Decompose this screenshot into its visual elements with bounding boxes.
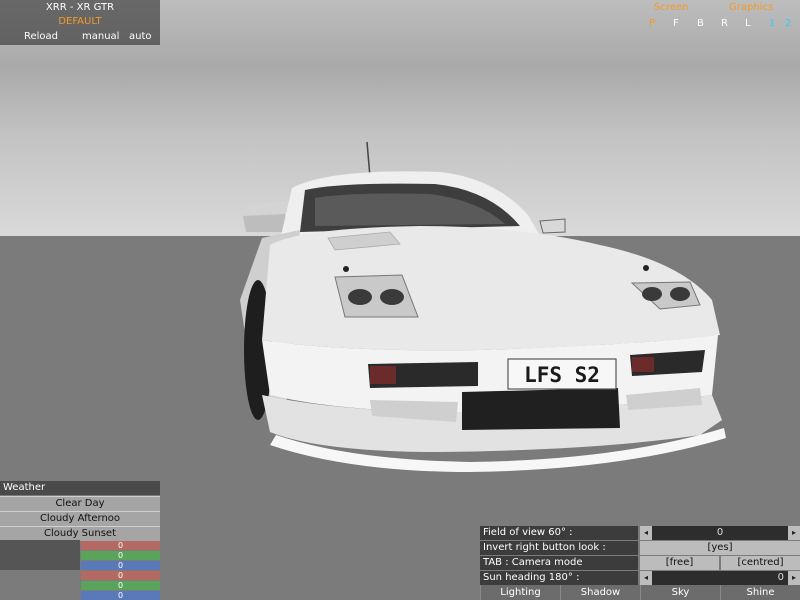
camera-free-button[interactable]: [free] — [640, 556, 719, 570]
sun-heading-value: 0 — [777, 572, 784, 583]
weather-clear-day[interactable]: Clear Day — [0, 496, 160, 511]
tab-shadow[interactable]: Shadow — [560, 585, 640, 600]
fov-label: Field of view 60° : — [480, 526, 638, 540]
screen-header[interactable]: Screen — [654, 2, 688, 13]
view-p-button[interactable]: P — [649, 18, 655, 29]
view-f-button[interactable]: F — [673, 18, 679, 29]
fov-row: Field of view 60° : ◂ 0 ▸ — [480, 526, 800, 540]
camera-centred-button[interactable]: [centred] — [721, 556, 800, 570]
view-l-button[interactable]: L — [745, 18, 751, 29]
car-mode-row: Reload manual auto — [0, 31, 160, 44]
color-slider-green-1[interactable]: 0 — [81, 551, 160, 560]
sun-increase-icon[interactable]: ▸ — [788, 571, 800, 585]
fov-increase-icon[interactable]: ▸ — [788, 526, 800, 540]
weather-cloudy-sunset[interactable]: Cloudy Sunset — [0, 526, 160, 541]
sun-heading-label: Sun heading 180° : — [480, 571, 638, 585]
license-plate-text: LFS S2 — [524, 363, 600, 387]
tab-lighting[interactable]: Lighting — [480, 585, 560, 600]
color-slider-blue-2[interactable]: 0 — [81, 591, 160, 600]
car-info-panel: XRR - XR GTR DEFAULT Reload manual auto — [0, 0, 160, 45]
sun-decrease-icon[interactable]: ◂ — [640, 571, 652, 585]
sun-heading-slider[interactable]: ◂ 0 ▸ — [640, 571, 800, 585]
camera-row: TAB : Camera mode [free] [centred] — [480, 556, 800, 570]
color-slider-red-2[interactable]: 0 — [81, 571, 160, 580]
color-slider-red-1[interactable]: 0 — [81, 541, 160, 550]
auto-button[interactable]: auto — [129, 31, 152, 42]
car-name: XRR - XR GTR — [45, 2, 115, 13]
graphics-header[interactable]: Graphics — [729, 2, 773, 13]
fov-decrease-icon[interactable]: ◂ — [640, 526, 652, 540]
weather-title: Weather — [0, 481, 160, 495]
camera-mode-label: TAB : Camera mode — [480, 556, 638, 570]
skin-name[interactable]: DEFAULT — [0, 16, 160, 27]
view-1-button[interactable]: 1 — [769, 18, 775, 29]
color-swatch — [0, 540, 80, 570]
view-b-button[interactable]: B — [697, 18, 704, 29]
color-slider-green-2[interactable]: 0 — [81, 581, 160, 590]
fov-value: 0 — [716, 527, 724, 538]
invert-toggle[interactable]: [yes] — [640, 541, 800, 555]
fov-slider[interactable]: ◂ 0 ▸ — [640, 526, 800, 540]
tab-sky[interactable]: Sky — [640, 585, 720, 600]
reload-button[interactable]: Reload — [24, 31, 58, 42]
view-2-button[interactable]: 2 — [785, 18, 791, 29]
graphics-tabs: Lighting Shadow Sky Shine — [480, 585, 800, 600]
view-settings-panel: Screen Graphics P F B R L 1 2 — [630, 2, 800, 32]
tab-shine[interactable]: Shine — [720, 585, 800, 600]
invert-label: Invert right button look : — [480, 541, 638, 555]
weather-cloudy-afternoon[interactable]: Cloudy Afternoo — [0, 511, 160, 526]
view-r-button[interactable]: R — [721, 18, 728, 29]
invert-row: Invert right button look : [yes] — [480, 541, 800, 555]
color-slider-blue-1[interactable]: 0 — [81, 561, 160, 570]
sun-heading-row: Sun heading 180° : ◂ 0 ▸ — [480, 571, 800, 585]
manual-button[interactable]: manual — [82, 31, 119, 42]
